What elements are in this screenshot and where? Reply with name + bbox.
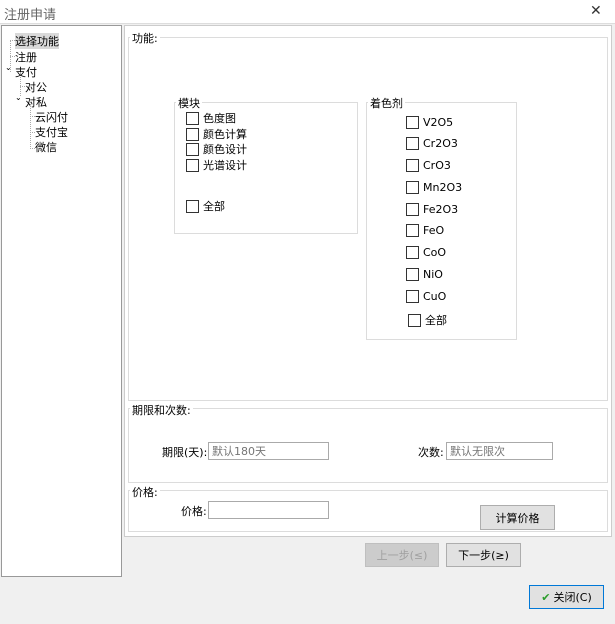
module-checkbox[interactable]: 光谱设计: [186, 157, 247, 173]
window-title: 注册申请: [4, 8, 57, 23]
tree-item-alipay[interactable]: 支付宝: [35, 124, 68, 140]
price-input[interactable]: [208, 501, 329, 519]
features-title: 功能:: [130, 30, 160, 46]
price-label: 价格:: [181, 505, 207, 518]
colorant-checkbox[interactable]: FeO: [406, 224, 444, 237]
colorant-checkbox[interactable]: CuO: [406, 290, 446, 303]
module-checkbox[interactable]: 颜色设计: [186, 141, 247, 157]
title-bar: 注册申请 ✕: [0, 0, 615, 24]
modules-title: 模块: [176, 95, 202, 111]
module-checkbox[interactable]: 色度图: [186, 110, 236, 126]
colorant-checkbox[interactable]: Cr2O3: [406, 137, 458, 150]
module-all-checkbox[interactable]: 全部: [186, 198, 225, 214]
close-button[interactable]: ✔ 关闭(C): [529, 585, 604, 609]
colorant-all-checkbox[interactable]: 全部: [408, 312, 447, 328]
colorant-checkbox[interactable]: Mn2O3: [406, 181, 462, 194]
expand-chevron-icon[interactable]: ⌄: [15, 93, 22, 102]
days-label: 期限(天):: [162, 446, 208, 459]
times-input[interactable]: [446, 442, 553, 460]
next-button[interactable]: 下一步(≥): [446, 543, 521, 567]
navigation-tree[interactable]: 选择功能 注册 ⌄ 支付 对公 ⌄ 对私 云闪付 支付宝 微信: [1, 25, 122, 577]
check-icon: ✔: [541, 590, 551, 604]
tree-item-register[interactable]: 注册: [15, 49, 37, 65]
days-input[interactable]: [208, 442, 329, 460]
previous-button[interactable]: 上一步(≤): [365, 543, 439, 567]
tree-item-personal[interactable]: 对私: [25, 94, 47, 110]
tree-item-select-features[interactable]: 选择功能: [15, 33, 59, 49]
colorant-checkbox[interactable]: V2O5: [406, 116, 453, 129]
price-title: 价格:: [130, 484, 160, 500]
expand-chevron-icon[interactable]: ⌄: [5, 63, 12, 72]
tree-item-corporate[interactable]: 对公: [25, 79, 47, 95]
limits-title: 期限和次数:: [130, 402, 193, 418]
colorants-title: 着色剂: [368, 95, 405, 111]
close-window-icon[interactable]: ✕: [590, 3, 602, 19]
times-label: 次数:: [418, 446, 444, 459]
calculate-price-button[interactable]: 计算价格: [480, 505, 555, 530]
module-checkbox[interactable]: 颜色计算: [186, 126, 247, 142]
tree-item-unionpay[interactable]: 云闪付: [35, 109, 68, 125]
colorant-checkbox[interactable]: CoO: [406, 246, 446, 259]
colorant-checkbox[interactable]: CrO3: [406, 159, 451, 172]
colorant-checkbox[interactable]: Fe2O3: [406, 203, 458, 216]
tree-item-wechat[interactable]: 微信: [35, 139, 57, 155]
colorant-checkbox[interactable]: NiO: [406, 268, 443, 281]
tree-item-payment[interactable]: 支付: [15, 64, 37, 80]
